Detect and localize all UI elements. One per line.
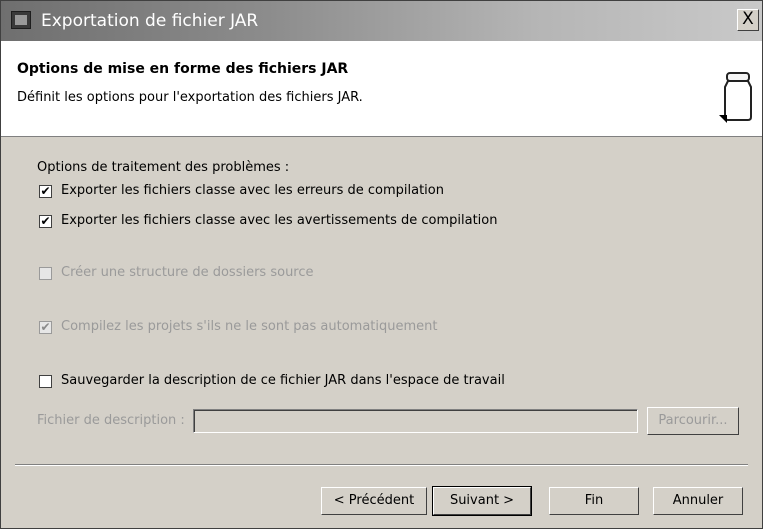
button-separator xyxy=(15,464,748,466)
export-warnings-checkbox[interactable]: ✔ xyxy=(39,215,52,228)
previous-button[interactable]: < Précédent xyxy=(321,487,427,515)
compile-projects-checkbox: ✔ xyxy=(39,320,52,334)
export-jar-dialog: Exportation de fichier JAR X Options de … xyxy=(0,0,763,529)
export-warnings-label: Exporter les fichiers classe avec les av… xyxy=(61,213,498,228)
save-description-checkbox[interactable] xyxy=(39,375,52,388)
cancel-button[interactable]: Annuler xyxy=(653,487,743,515)
description-file-input xyxy=(193,409,638,433)
export-errors-checkbox[interactable]: ✔ xyxy=(39,185,52,198)
jar-icon xyxy=(719,72,752,123)
browse-button: Parcourir... xyxy=(647,407,739,435)
finish-button[interactable]: Fin xyxy=(549,487,639,515)
compile-projects-label: Compilez les projets s'ils ne le sont pa… xyxy=(61,319,438,334)
create-source-structure-label: Créer une structure de dossiers source xyxy=(61,265,314,280)
problem-options-label: Options de traitement des problèmes : xyxy=(37,160,290,175)
wizard-header: Options de mise en forme des fichiers JA… xyxy=(1,41,762,137)
export-errors-label: Exporter les fichiers classe avec les er… xyxy=(61,183,444,198)
window-app-icon xyxy=(11,11,31,29)
description-file-label: Fichier de description : xyxy=(37,413,185,428)
next-button[interactable]: Suivant > xyxy=(432,486,532,516)
window-title: Exportation de fichier JAR xyxy=(41,11,259,31)
close-button[interactable]: X xyxy=(737,9,759,31)
title-bar[interactable]: Exportation de fichier JAR X xyxy=(1,1,762,41)
create-source-structure-checkbox xyxy=(39,267,52,280)
page-description: Définit les options pour l'exportation d… xyxy=(17,90,363,105)
save-description-label: Sauvegarder la description de ce fichier… xyxy=(61,373,505,388)
page-title: Options de mise en forme des fichiers JA… xyxy=(17,61,349,77)
